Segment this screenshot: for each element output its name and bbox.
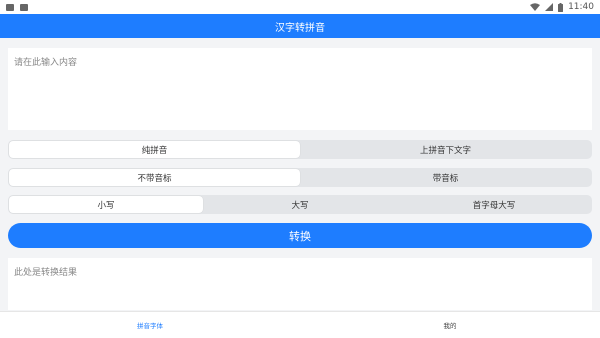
battery-icon xyxy=(558,2,564,12)
text-input[interactable] xyxy=(8,48,592,130)
tone-option-with-marks[interactable]: 带音标 xyxy=(300,169,591,186)
result-area: 此处是转换结果 xyxy=(8,258,592,310)
nav-tab-pinyin-font[interactable]: 拼音字体 xyxy=(0,312,300,338)
tone-segment: 不带音标 带音标 xyxy=(8,168,592,187)
case-option-lowercase[interactable]: 小写 xyxy=(9,196,203,213)
page-title: 汉字转拼音 xyxy=(275,22,325,34)
app-bar: 汉字转拼音 xyxy=(0,14,600,38)
wifi-icon xyxy=(530,3,541,11)
case-segment: 小写 大写 首字母大写 xyxy=(8,195,592,214)
image-notification-icon xyxy=(6,3,14,11)
case-option-capitalize[interactable]: 首字母大写 xyxy=(397,196,591,213)
mode-segment: 纯拼音 上拼音下文字 xyxy=(8,140,592,159)
status-indicators: 11:40 xyxy=(530,2,594,12)
app-notification-icon xyxy=(20,3,28,11)
convert-button[interactable]: 转换 xyxy=(8,223,592,248)
tone-option-no-marks[interactable]: 不带音标 xyxy=(9,169,300,186)
status-time: 11:40 xyxy=(568,2,594,12)
status-notifications xyxy=(6,3,28,11)
case-option-uppercase[interactable]: 大写 xyxy=(203,196,397,213)
mode-option-pinyin-above-text[interactable]: 上拼音下文字 xyxy=(300,141,591,158)
signal-icon xyxy=(545,3,554,11)
mode-option-pinyin-only[interactable]: 纯拼音 xyxy=(9,141,300,158)
nav-tab-mine[interactable]: 我的 xyxy=(300,312,600,338)
status-bar: 11:40 xyxy=(0,0,600,14)
bottom-nav: 拼音字体 我的 xyxy=(0,311,600,338)
result-placeholder: 此处是转换结果 xyxy=(14,268,78,278)
